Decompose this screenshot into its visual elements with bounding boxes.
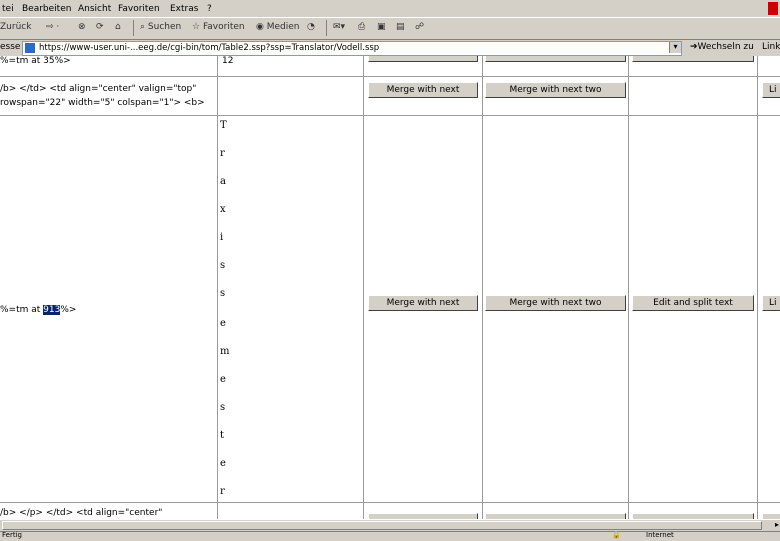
table-cell <box>217 56 364 77</box>
address-label: esse <box>0 42 21 52</box>
vertical-letter: a <box>220 176 226 187</box>
code-suffix: %> <box>60 305 77 315</box>
code-text: /b> </p> </td> <td align="center" <box>0 508 163 518</box>
go-button[interactable]: ➔Wechseln zu <box>690 42 754 52</box>
menu-help[interactable]: ? <box>207 4 212 14</box>
status-text: Fertig <box>2 531 22 539</box>
media-button[interactable]: ◉ Medien <box>256 22 299 32</box>
vertical-letter: i <box>220 232 224 243</box>
merge-next-button[interactable]: Merge with next <box>368 295 478 311</box>
page-icon <box>25 43 35 53</box>
menu-extras[interactable]: Extras <box>170 4 198 14</box>
mail-icon[interactable]: ✉▾ <box>333 22 345 32</box>
dropdown-arrow-icon[interactable]: ▾ <box>669 42 681 53</box>
table-cell <box>217 502 364 519</box>
address-bar: esse https://www-user.uni-...eeg.de/cgi-… <box>0 40 780 56</box>
vertical-letter: r <box>220 148 225 159</box>
refresh-icon[interactable]: ⟳ <box>96 22 104 32</box>
merge-two-button[interactable] <box>485 56 626 62</box>
edit-split-button[interactable]: Edit and split text <box>632 295 754 311</box>
address-input[interactable]: https://www-user.uni-...eeg.de/cgi-bin/t… <box>22 41 682 56</box>
vertical-letter: r <box>220 486 225 497</box>
scroll-right-icon[interactable]: ▸ <box>775 520 779 529</box>
menu-file[interactable]: tei <box>2 4 14 14</box>
code-text: %=tm at 913%> <box>0 305 76 315</box>
toolbar-separator <box>133 20 134 36</box>
stop-icon[interactable]: ⊗ <box>78 22 86 32</box>
menu-view[interactable]: Ansicht <box>78 4 111 14</box>
vertical-letter: e <box>220 374 226 385</box>
table-cell <box>0 76 218 116</box>
code-text: rowspan="22" width="5" colspan="1"> <b> <box>0 98 205 108</box>
table-cell <box>217 115 364 503</box>
vertical-letter: x <box>220 204 226 215</box>
media-label: Medien <box>266 22 300 32</box>
merge-next-button[interactable]: Merge with next <box>368 82 478 98</box>
forward-arrow-icon[interactable]: ⇨ · <box>46 22 59 32</box>
home-icon[interactable]: ⌂ <box>115 22 121 32</box>
vertical-letter: m <box>220 346 230 357</box>
selected-text: 913 <box>43 305 61 315</box>
edge-button[interactable]: Li <box>762 82 780 98</box>
lock-icon: 🔒 <box>612 531 621 539</box>
zone-text: Internet <box>646 531 674 539</box>
merge-two-button[interactable]: Merge with next two <box>485 295 626 311</box>
vertical-letter: T <box>220 120 227 131</box>
messenger-icon[interactable]: ☍ <box>415 22 424 32</box>
table-cell <box>217 76 364 116</box>
menu-edit[interactable]: Bearbeiten <box>22 4 71 14</box>
code-prefix: %=tm at <box>0 305 44 315</box>
page-content: %=tm at 35%> 12 /b> </td> <td align="cen… <box>0 56 780 519</box>
back-button[interactable]: Zurück <box>0 22 31 32</box>
merge-next-button[interactable] <box>368 56 478 62</box>
edge-button[interactable]: Li <box>762 295 780 311</box>
print-icon[interactable]: ⎙ <box>358 22 365 32</box>
edit-icon[interactable]: ▣ <box>377 22 386 32</box>
cell-value: 12 <box>222 56 234 66</box>
menu-bar: tei Bearbeiten Ansicht Favoriten Extras … <box>0 0 780 18</box>
url-text: https://www-user.uni-...eeg.de/cgi-bin/t… <box>39 43 380 53</box>
table-cell <box>757 56 780 77</box>
scrollbar-thumb[interactable] <box>2 521 762 530</box>
menu-favorites[interactable]: Favoriten <box>118 4 160 14</box>
vertical-letter: e <box>220 458 226 469</box>
favorites-label: Favoriten <box>202 22 245 32</box>
code-text: /b> </td> <td align="center" valign="top… <box>0 84 197 94</box>
vertical-letter: s <box>220 288 226 299</box>
toolbar: Zurück ⇨ · ⊗ ⟳ ⌂ ⌕ Suchen ☆ Favoriten ◉ … <box>0 18 780 40</box>
search-label: Suchen <box>147 22 182 32</box>
search-button[interactable]: ⌕ Suchen <box>140 22 181 32</box>
discuss-icon[interactable]: ▤ <box>396 22 405 32</box>
table-cell <box>628 76 758 116</box>
code-text: %=tm at 35%> <box>0 56 71 66</box>
go-label: Wechseln zu <box>697 42 754 52</box>
links-button[interactable]: Links <box>762 42 780 52</box>
history-icon[interactable]: ◔ <box>307 22 315 32</box>
vertical-letter: e <box>220 318 226 329</box>
windows-logo-icon <box>768 2 778 15</box>
vertical-letter: s <box>220 260 226 271</box>
vertical-letter: s <box>220 402 226 413</box>
merge-two-button[interactable]: Merge with next two <box>485 82 626 98</box>
edit-split-button[interactable] <box>632 56 754 62</box>
favorites-button[interactable]: ☆ Favoriten <box>192 22 245 32</box>
toolbar-separator <box>326 20 327 36</box>
vertical-letter: t <box>220 430 225 441</box>
